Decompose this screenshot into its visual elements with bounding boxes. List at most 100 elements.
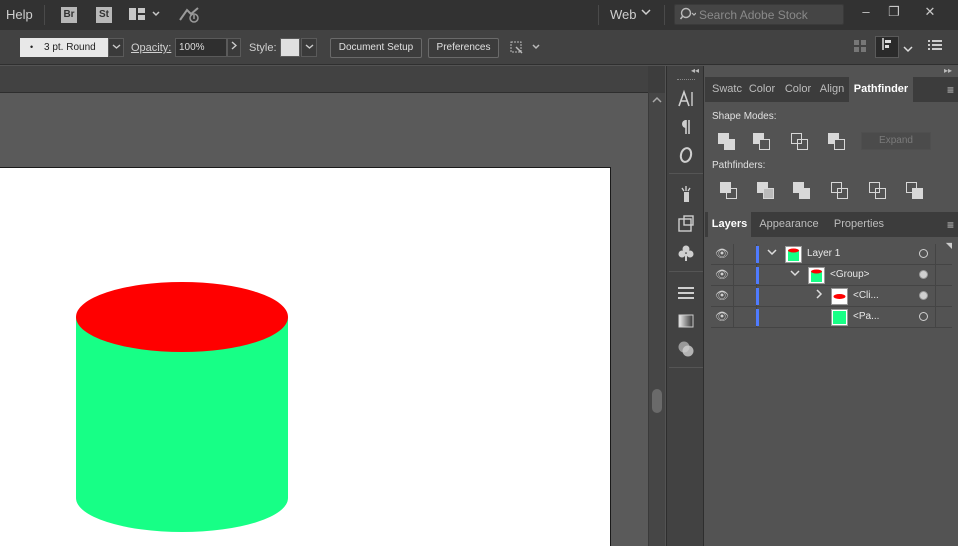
layer-color-bar bbox=[756, 288, 759, 305]
opacity-label[interactable]: Opacity: bbox=[131, 42, 171, 54]
stock-search-box[interactable] bbox=[674, 4, 844, 25]
paragraph-panel-icon[interactable] bbox=[675, 117, 697, 139]
lock-toggle[interactable] bbox=[733, 244, 757, 265]
right-panel-group: ▸▸ Swatc Color Color Align Pathfinder ≡ … bbox=[705, 66, 958, 546]
tab-pathfinder[interactable]: Pathfinder bbox=[849, 77, 913, 102]
target-circle-icon[interactable] bbox=[919, 291, 928, 300]
minus-front-icon[interactable] bbox=[753, 133, 771, 151]
control-bar-menu-icon[interactable] bbox=[928, 39, 942, 54]
chevron-right-icon[interactable] bbox=[814, 289, 824, 302]
layer-row[interactable]: 👁 <Cli... bbox=[711, 286, 952, 307]
symbols-club-icon[interactable] bbox=[675, 243, 697, 265]
opacity-slider-arrow[interactable] bbox=[227, 38, 241, 57]
target-circle-icon[interactable] bbox=[919, 270, 928, 279]
search-input[interactable] bbox=[699, 7, 839, 22]
chevron-down-icon[interactable] bbox=[767, 247, 777, 260]
workspace-switcher[interactable]: Web bbox=[610, 7, 637, 22]
minimize-button[interactable]: – bbox=[853, 2, 879, 22]
layer-row[interactable]: 👁 <Group> bbox=[711, 265, 952, 286]
cylinder-artwork[interactable] bbox=[60, 268, 300, 538]
select-similar-icon[interactable] bbox=[508, 39, 542, 58]
merge-icon[interactable] bbox=[793, 182, 811, 200]
visibility-eye-icon[interactable]: 👁 bbox=[715, 290, 729, 302]
chevron-down-icon[interactable] bbox=[903, 41, 913, 56]
tab-align[interactable]: Align bbox=[816, 77, 848, 102]
trim-icon[interactable] bbox=[757, 182, 775, 200]
selection-cell[interactable] bbox=[935, 286, 952, 307]
lock-toggle[interactable] bbox=[733, 265, 757, 286]
layer-name[interactable]: <Cli... bbox=[853, 290, 879, 301]
opacity-field[interactable]: 100% bbox=[175, 38, 227, 57]
graphic-style-swatch[interactable] bbox=[280, 38, 300, 57]
scrollbar-thumb[interactable] bbox=[652, 389, 662, 413]
stock-button[interactable]: St bbox=[96, 7, 112, 23]
menu-bar: Help Br St Web – ❐ ✕ bbox=[0, 0, 958, 30]
gradient-panel-icon[interactable] bbox=[675, 311, 697, 333]
lock-toggle[interactable] bbox=[733, 286, 757, 307]
transform-panel-icon[interactable] bbox=[675, 214, 697, 236]
tab-appearance[interactable]: Appearance bbox=[753, 212, 825, 237]
visibility-eye-icon[interactable]: 👁 bbox=[715, 311, 729, 323]
stroke-profile-dropdown[interactable]: • 3 pt. Round bbox=[20, 38, 108, 57]
close-button[interactable]: ✕ bbox=[917, 2, 943, 22]
stroke-panel-icon[interactable] bbox=[675, 283, 697, 305]
preferences-button[interactable]: Preferences bbox=[428, 38, 499, 58]
shape-modes-label: Shape Modes: bbox=[712, 111, 777, 122]
expand-panels-icon[interactable]: ▸▸ bbox=[944, 66, 952, 75]
align-options-button[interactable] bbox=[875, 36, 899, 58]
dock-grip[interactable] bbox=[677, 79, 695, 82]
visibility-eye-icon[interactable]: 👁 bbox=[715, 248, 729, 260]
character-panel-icon[interactable] bbox=[675, 89, 697, 111]
layer-color-bar bbox=[756, 246, 759, 263]
selection-cell[interactable] bbox=[935, 265, 952, 286]
layers-tab-row: Layers Appearance Properties ≡ bbox=[705, 212, 958, 237]
cylinder-top[interactable] bbox=[76, 282, 288, 352]
arrange-documents-icon[interactable] bbox=[128, 6, 162, 25]
intersect-icon[interactable] bbox=[791, 133, 809, 151]
align-grid-icon[interactable] bbox=[853, 39, 867, 56]
stroke-profile-chevron[interactable] bbox=[108, 38, 124, 57]
bridge-button[interactable]: Br bbox=[61, 7, 77, 23]
collapse-dock-icon[interactable]: ◂◂ bbox=[691, 66, 699, 75]
layer-name[interactable]: <Group> bbox=[830, 269, 869, 280]
pathfinder-tab-row: Swatc Color Color Align Pathfinder ≡ bbox=[705, 77, 958, 102]
restore-button[interactable]: ❐ bbox=[881, 2, 907, 22]
layer-row[interactable]: 👁 Layer 1 bbox=[711, 244, 952, 265]
chevron-down-icon[interactable] bbox=[790, 268, 800, 281]
minus-back-icon[interactable] bbox=[906, 182, 924, 200]
pathfinder-panel-menu-icon[interactable]: ≡ bbox=[947, 83, 954, 97]
outline-icon[interactable] bbox=[869, 182, 887, 200]
tab-swatches[interactable]: Swatc bbox=[710, 77, 744, 102]
target-circle-icon[interactable] bbox=[919, 312, 928, 321]
tab-properties[interactable]: Properties bbox=[827, 212, 891, 237]
vertical-scrollbar[interactable] bbox=[648, 93, 665, 546]
layers-panel-menu-icon[interactable]: ≡ bbox=[947, 218, 954, 232]
selection-cell[interactable] bbox=[935, 307, 952, 328]
exclude-icon[interactable] bbox=[828, 133, 846, 151]
opentype-panel-icon[interactable] bbox=[675, 145, 697, 167]
symbols-sprayer-icon[interactable] bbox=[675, 184, 697, 206]
lock-toggle[interactable] bbox=[733, 307, 757, 328]
selection-cell[interactable] bbox=[935, 244, 952, 265]
layer-name[interactable]: <Pa... bbox=[853, 311, 879, 322]
scroll-up-icon[interactable] bbox=[652, 96, 662, 107]
menu-help[interactable]: Help bbox=[6, 7, 33, 22]
document-setup-button[interactable]: Document Setup bbox=[330, 38, 422, 58]
transparency-panel-icon[interactable] bbox=[675, 339, 697, 361]
dock-divider bbox=[669, 367, 703, 368]
target-circle-icon[interactable] bbox=[919, 249, 928, 258]
tab-layers[interactable]: Layers bbox=[708, 212, 751, 237]
gpu-performance-icon[interactable] bbox=[178, 6, 202, 27]
chevron-down-icon[interactable] bbox=[641, 8, 651, 19]
expand-button[interactable]: Expand bbox=[861, 132, 931, 150]
unite-icon[interactable] bbox=[718, 133, 736, 151]
layer-name[interactable]: Layer 1 bbox=[807, 248, 840, 259]
artboard[interactable] bbox=[0, 167, 611, 546]
visibility-eye-icon[interactable]: 👁 bbox=[715, 269, 729, 281]
divide-icon[interactable] bbox=[720, 182, 738, 200]
layer-row[interactable]: 👁 <Pa... bbox=[711, 307, 952, 328]
tab-color-guide[interactable]: Color bbox=[781, 77, 815, 102]
crop-icon[interactable] bbox=[831, 182, 849, 200]
graphic-style-chevron[interactable] bbox=[301, 38, 317, 57]
tab-color[interactable]: Color bbox=[745, 77, 779, 102]
